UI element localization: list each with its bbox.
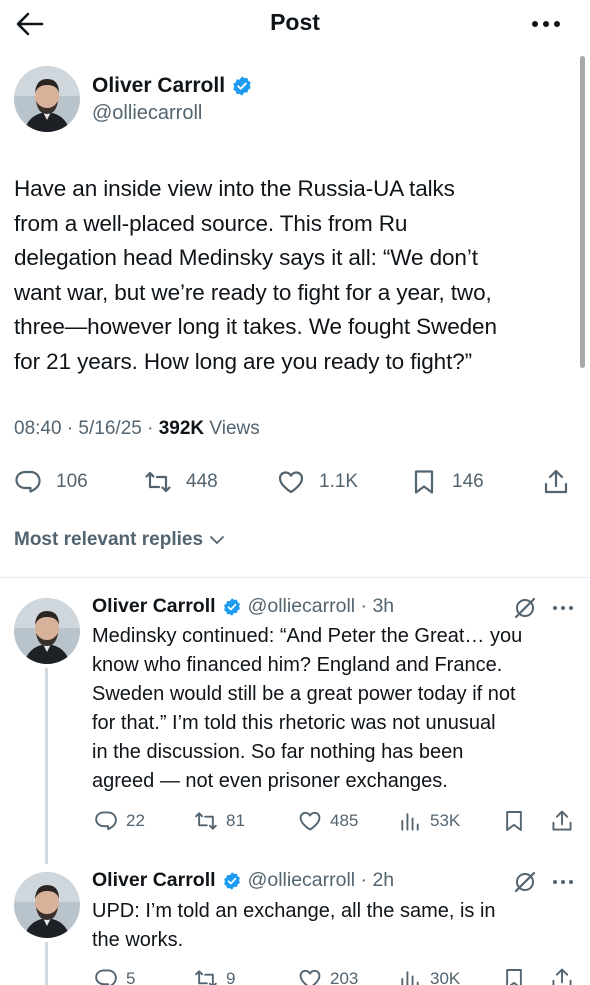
repost-count: 448 — [186, 471, 218, 492]
reply-button[interactable]: 5 — [94, 965, 135, 985]
verified-icon — [231, 75, 253, 97]
bookmark-icon — [502, 967, 526, 985]
scrollbar[interactable] — [580, 56, 585, 368]
reply-actions: 22 81 485 53K — [0, 807, 590, 835]
reply-text-line: Sweden would still be a great power toda… — [92, 683, 516, 705]
reply-count: 106 — [56, 471, 88, 492]
reply-text-line: UPD: I’m told an exchange, all the same,… — [92, 900, 496, 922]
reply-button[interactable]: 22 — [94, 807, 145, 835]
reply-actions: 5 9 203 30K — [0, 965, 590, 985]
reply-handle-time[interactable]: @olliecarroll · 2h — [248, 869, 395, 892]
views-button[interactable]: 53K — [398, 807, 460, 835]
reply-text-line: for that.” I’m told this rhetoric was no… — [92, 712, 496, 734]
repost-button[interactable]: 9 — [194, 965, 235, 985]
views-count: 53K — [430, 811, 461, 830]
author-name-row[interactable]: Oliver Carroll — [92, 74, 253, 98]
like-icon — [298, 967, 322, 985]
views-count: 30K — [430, 969, 461, 985]
reply-text: Medinsky continued: “And Peter the Great… — [92, 622, 580, 796]
share-icon — [550, 809, 574, 833]
like-button[interactable]: 485 — [298, 807, 358, 835]
reply-icon — [14, 468, 42, 496]
views-icon — [398, 809, 422, 833]
bookmark-icon — [410, 468, 438, 496]
reply-text: UPD: I’m told an exchange, all the same,… — [92, 897, 580, 955]
repost-button[interactable]: 81 — [194, 807, 245, 835]
repost-icon — [194, 809, 218, 833]
views-count: 392K — [158, 418, 205, 439]
tweet-actions: 106 448 1.1K 146 — [0, 464, 590, 500]
reply-button[interactable]: 106 — [14, 464, 88, 500]
share-icon — [550, 967, 574, 985]
reply-count: 5 — [126, 969, 136, 985]
avatar[interactable] — [14, 872, 80, 938]
grok-icon[interactable] — [512, 595, 538, 621]
share-button[interactable] — [550, 965, 574, 985]
verified-icon — [222, 871, 242, 891]
bookmark-button[interactable] — [502, 965, 526, 985]
repost-button[interactable]: 448 — [144, 464, 218, 500]
bookmark-count: 146 — [452, 471, 484, 492]
reply-text-line: know who financed him? England and Franc… — [92, 654, 503, 676]
reply-author-name[interactable]: Oliver Carroll — [92, 595, 216, 618]
replies-filter[interactable]: Most relevant replies — [14, 529, 225, 551]
bookmark-button[interactable] — [502, 807, 526, 835]
share-button[interactable] — [550, 807, 574, 835]
chevron-down-icon — [209, 532, 225, 548]
avatar[interactable] — [14, 66, 80, 132]
reply-text-line: Medinsky continued: “And Peter the Great… — [92, 625, 523, 647]
like-count: 203 — [330, 969, 359, 985]
reply-handle-time[interactable]: @olliecarroll · 3h — [248, 595, 395, 618]
grok-icon[interactable] — [512, 869, 538, 895]
like-count: 1.1K — [319, 471, 359, 492]
reply-header: Oliver Carroll @olliecarroll · 2h — [92, 869, 394, 892]
reply-count: 22 — [126, 811, 145, 830]
tweet-meta: 08:40 · 5/16/25 · 392K Views — [14, 418, 260, 440]
views-icon — [398, 967, 422, 985]
more-icon[interactable] — [552, 603, 574, 613]
repost-icon — [194, 967, 218, 985]
like-button[interactable]: 1.1K — [277, 464, 358, 500]
like-count: 485 — [330, 811, 359, 830]
reply-icon — [94, 809, 118, 833]
share-icon — [542, 468, 570, 496]
views-label: Views — [204, 418, 260, 439]
more-icon[interactable] — [552, 877, 574, 887]
views-button[interactable]: 30K — [398, 965, 460, 985]
like-button[interactable]: 203 — [298, 965, 358, 985]
like-icon — [298, 809, 322, 833]
avatar[interactable] — [14, 598, 80, 664]
repost-count: 9 — [226, 969, 236, 985]
share-button[interactable] — [542, 464, 570, 500]
divider — [0, 577, 590, 578]
more-icon[interactable] — [528, 12, 564, 36]
author-handle[interactable]: @olliecarroll — [92, 102, 202, 125]
verified-icon — [222, 597, 242, 617]
repost-count: 81 — [226, 811, 245, 830]
top-bar: Post — [0, 0, 590, 48]
reply-text-line: agreed — not even prisoner exchanges. — [92, 770, 448, 792]
reply-icon — [94, 967, 118, 985]
repost-icon — [144, 468, 172, 496]
reply-text-line: in the discussion. So far nothing has be… — [92, 741, 464, 763]
tweet-timestamp[interactable]: 08:40 · 5/16/25 · — [14, 418, 159, 439]
author-name[interactable]: Oliver Carroll — [92, 74, 225, 98]
like-icon — [277, 468, 305, 496]
page-title: Post — [270, 9, 320, 35]
replies-filter-label: Most relevant replies — [14, 529, 204, 550]
reply-author-name[interactable]: Oliver Carroll — [92, 869, 216, 892]
bookmark-button[interactable]: 146 — [410, 464, 484, 500]
reply-header: Oliver Carroll @olliecarroll · 3h — [92, 595, 394, 618]
bookmark-icon — [502, 809, 526, 833]
tweet-text: Have an inside view into the Russia-UA t… — [14, 176, 497, 374]
reply-text-line: the works. — [92, 929, 184, 951]
